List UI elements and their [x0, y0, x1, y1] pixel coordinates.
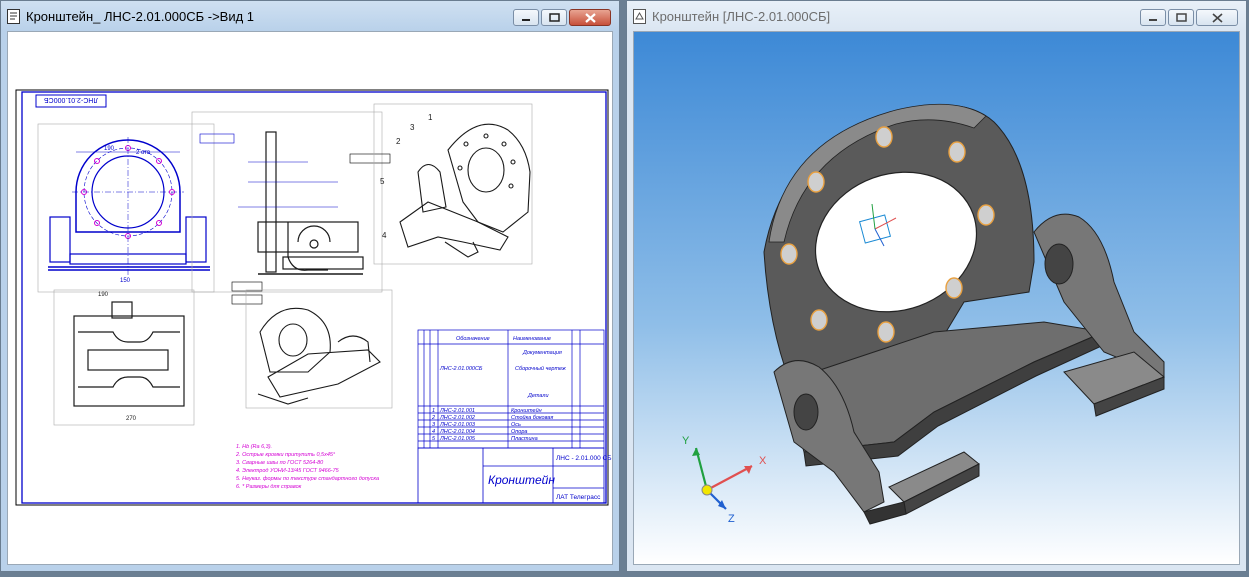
drawing-window-title: Кронштейн_ ЛНС-2.01.000СБ ->Вид 1	[26, 8, 255, 24]
spec-row-4-code: ЛНС-2.01.004	[439, 429, 475, 435]
spec-section-parts: Детали	[527, 393, 549, 399]
model-window[interactable]: Кронштейн [ЛНС-2.01.000СБ] X Y Z	[626, 0, 1247, 572]
maximize-button[interactable]	[1168, 9, 1194, 26]
close-icon	[584, 12, 596, 23]
maximize-icon	[1175, 13, 1187, 22]
dim-holes: 2 отв	[136, 150, 150, 156]
title-block-org: ЛАТ Телеграсс	[556, 494, 601, 501]
drawing-window[interactable]: Кронштейн_ ЛНС-2.01.000СБ ->Вид 1 ЛНС-2.…	[0, 0, 620, 572]
maximize-icon	[548, 13, 560, 22]
spec-row-4-name: Опора	[511, 429, 527, 435]
note-3: 3. Сварные швы по ГОСТ 5264-80	[236, 460, 324, 466]
close-icon	[1211, 12, 1223, 23]
dim-190-top: 190	[104, 146, 115, 152]
spec-row-2-code: ЛНС-2.01.002	[439, 415, 475, 421]
note-5: 5. Неуказ. формы по текстуре стандартног…	[236, 476, 379, 482]
spec-row-4-pos: 4	[432, 429, 435, 435]
spec-section-docs: Документация	[522, 350, 562, 356]
note-4: 4. Электрод УОНИ-13/45 ГОСТ 9466-75	[236, 468, 340, 474]
model-scene: X Y Z	[682, 103, 1165, 525]
left-lug-hole	[793, 393, 819, 431]
model-viewport[interactable]: X Y Z	[633, 31, 1240, 565]
minimize-icon	[522, 18, 530, 21]
spec-row-5-name: Пластина	[511, 436, 538, 442]
spec-row-0-code: ЛНС-2.01.000СБ	[439, 366, 483, 372]
spec-row-5-code: ЛНС-2.01.005	[439, 436, 476, 442]
callout-3: 3	[410, 123, 415, 132]
axis-x-label: X	[759, 455, 767, 467]
dim-150: 150	[120, 278, 131, 284]
stamp-code: ЛНС-2.01.000СБ	[44, 96, 98, 103]
model-document-icon	[633, 8, 646, 24]
model-window-titlebar[interactable]: Кронштейн [ЛНС-2.01.000СБ]	[627, 1, 1246, 31]
callout-1: 1	[428, 113, 433, 122]
dim-190-plan: 190	[98, 292, 109, 298]
drawing-sheet: ЛНС-2.01.000СБ 190 2 отв 150 1 2 3 5 4 1…	[15, 89, 612, 506]
spec-row-3-code: ЛНС-2.01.003	[439, 422, 476, 428]
note-1: 1. Нb (Ra 6,3).	[236, 444, 272, 450]
axis-triad	[692, 447, 753, 510]
spec-row-3-name: Ось	[511, 422, 521, 428]
note-6: 6. * Размеры для справок	[236, 484, 302, 490]
spec-row-2-pos: 2	[431, 415, 435, 421]
axis-y-label: Y	[682, 435, 690, 447]
right-lug-hole	[1044, 243, 1074, 285]
spec-header-code: Обозначение	[456, 336, 490, 342]
note-2: 2. Острые кромки притупить 0,5х45°	[235, 452, 336, 458]
close-button[interactable]	[569, 9, 611, 26]
callout-5: 5	[380, 177, 385, 186]
minimize-button[interactable]	[1140, 9, 1166, 26]
spec-row-1-pos: 1	[432, 408, 435, 414]
drawing-canvas[interactable]: ЛНС-2.01.000СБ 190 2 отв 150 1 2 3 5 4 1…	[7, 31, 613, 565]
spec-row-1-name: Кронштейн	[511, 407, 542, 414]
close-button[interactable]	[1196, 9, 1238, 26]
callout-2: 2	[396, 137, 401, 146]
drawing-window-titlebar[interactable]: Кронштейн_ ЛНС-2.01.000СБ ->Вид 1	[1, 1, 619, 31]
callout-4: 4	[382, 231, 387, 240]
spec-row-2-name: Стойка боковая	[511, 414, 553, 421]
minimize-icon	[1149, 18, 1157, 21]
title-block-name: Кронштейн	[488, 473, 555, 487]
maximize-button[interactable]	[541, 9, 567, 26]
spec-row-0-name: Сборочный чертеж	[515, 365, 566, 372]
title-block-code: ЛНС - 2.01.000 СБ	[556, 455, 612, 462]
dim-270: 270	[126, 416, 137, 422]
minimize-button[interactable]	[513, 9, 539, 26]
spec-header-name: Наименование	[513, 336, 551, 342]
model-window-title: Кронштейн [ЛНС-2.01.000СБ]	[652, 8, 831, 24]
drawing-document-icon	[7, 8, 20, 24]
spec-row-1-code: ЛНС-2.01.001	[439, 408, 475, 414]
axis-z-label: Z	[728, 513, 735, 525]
